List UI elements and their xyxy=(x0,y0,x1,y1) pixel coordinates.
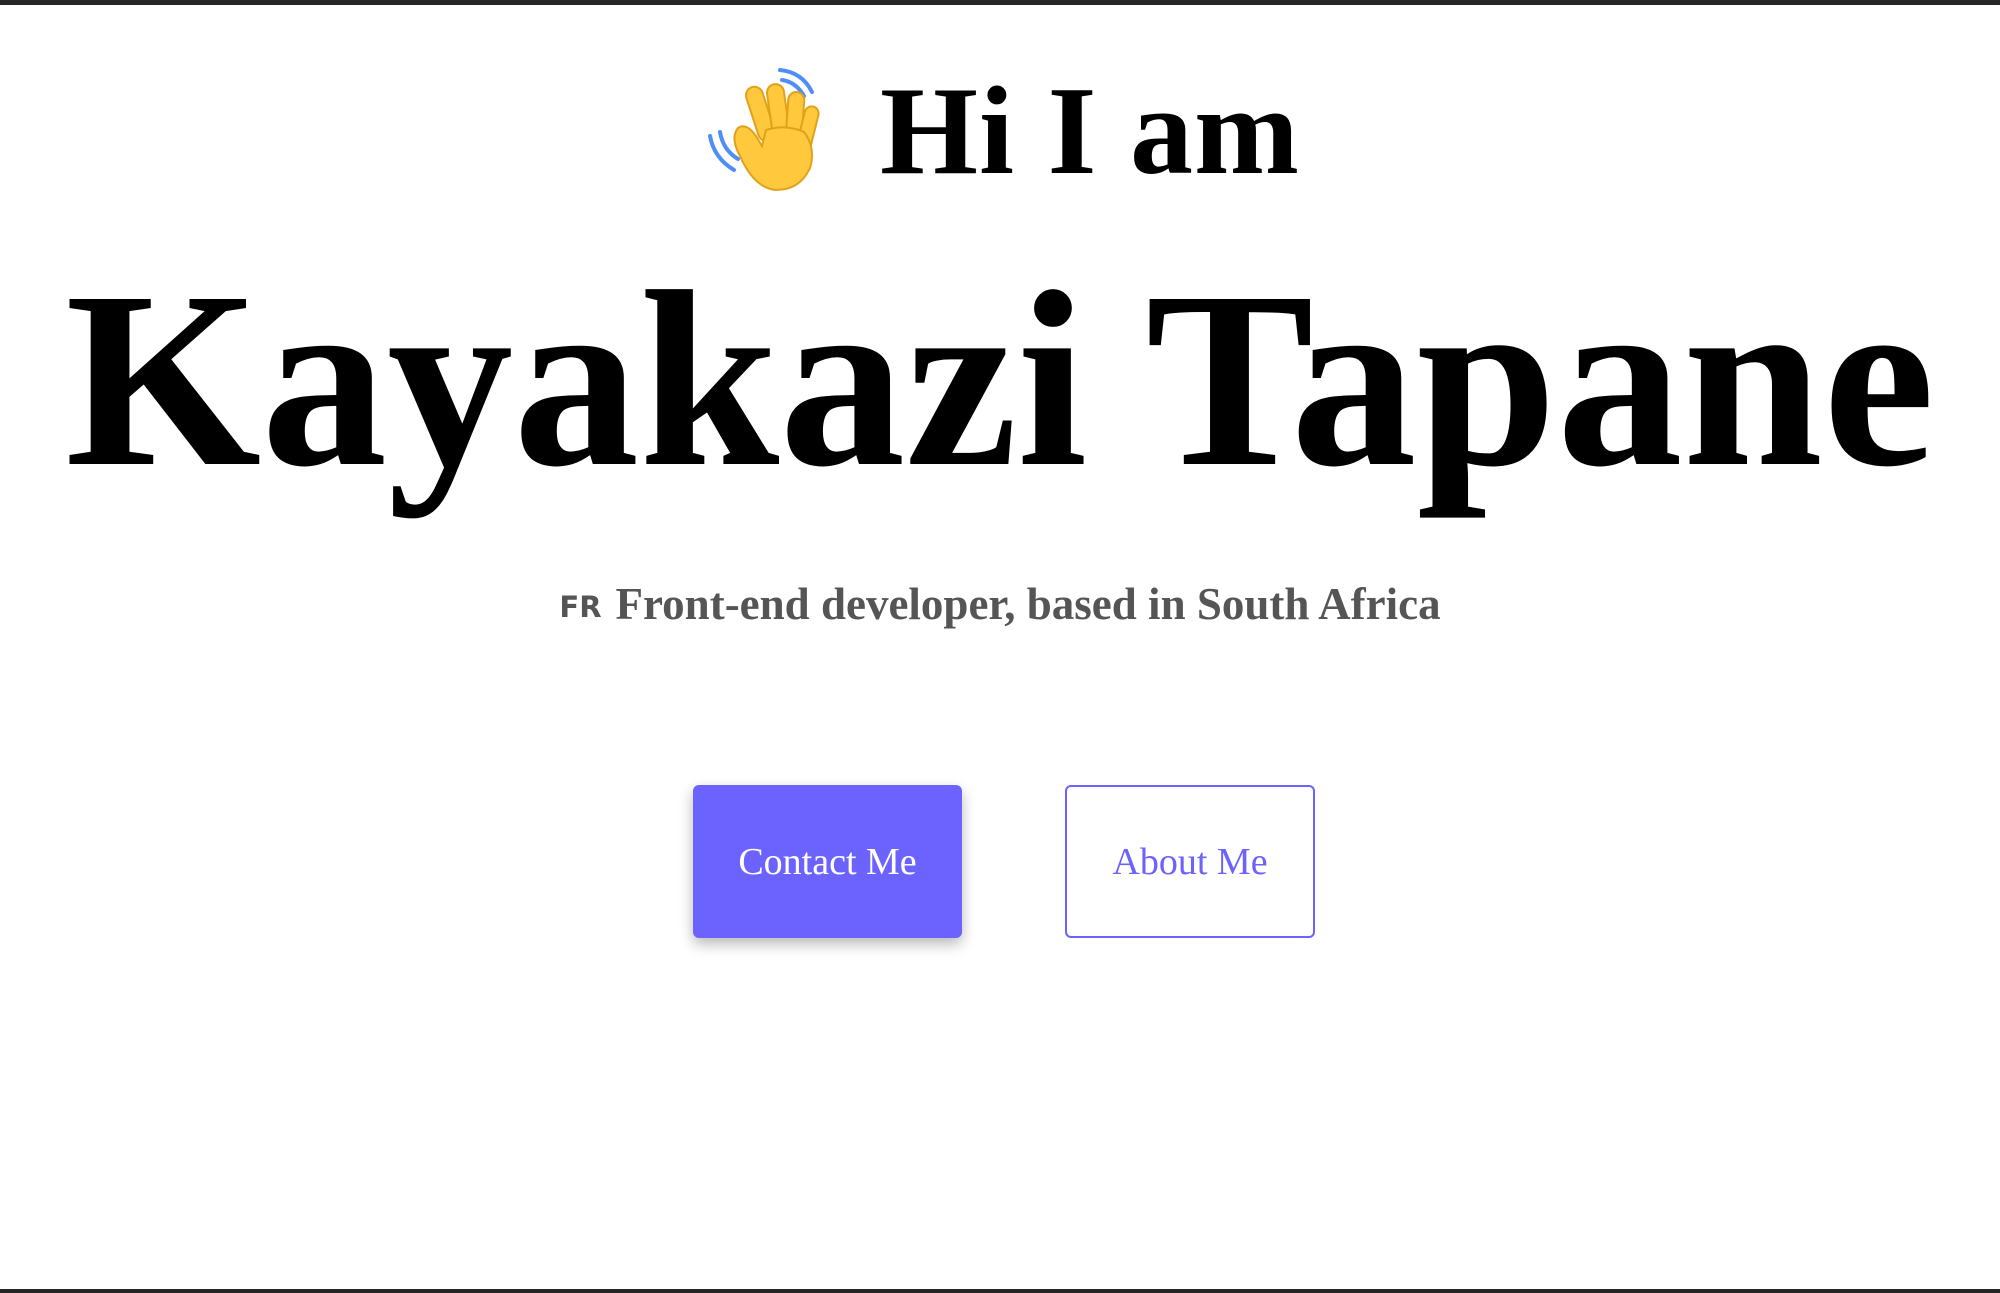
greeting-text: Hi I am xyxy=(879,62,1300,201)
waving-hand-icon xyxy=(700,60,836,196)
hero-name: Kayakazi Tapane xyxy=(65,239,1935,519)
about-me-button[interactable]: About Me xyxy=(1065,785,1315,938)
tagline-text: Front-end developer, based in South Afri… xyxy=(615,579,1441,629)
greeting: Hi I am xyxy=(0,57,2000,207)
flag-code: FR xyxy=(559,590,602,624)
contact-me-button[interactable]: Contact Me xyxy=(693,785,962,938)
page-frame: Hi I am Kayakazi Tapane FR Front-end dev… xyxy=(0,0,2000,1293)
tagline: FR Front-end developer, based in South A… xyxy=(0,578,2000,630)
